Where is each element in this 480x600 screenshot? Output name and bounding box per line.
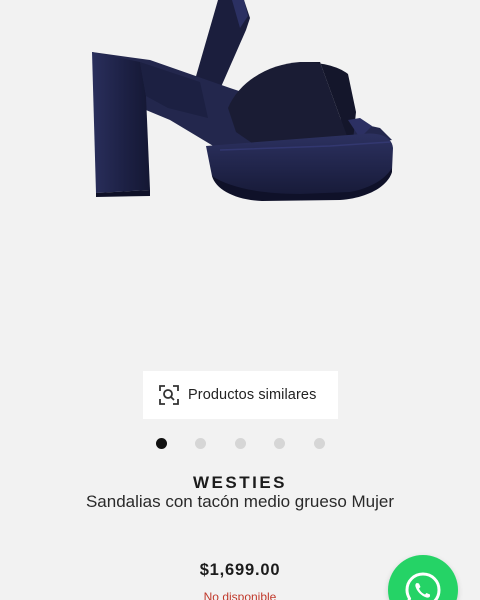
- carousel-indicator: [0, 438, 480, 450]
- carousel-dot-2[interactable]: [195, 438, 206, 449]
- whatsapp-icon: [405, 572, 441, 600]
- carousel-dot-1[interactable]: [156, 438, 167, 449]
- product-name: Sandalias con tacón medio grueso Mujer: [85, 492, 395, 511]
- carousel-dot-5[interactable]: [314, 438, 325, 449]
- similar-products-label: Productos similares: [188, 387, 317, 403]
- product-image[interactable]: [0, 0, 480, 370]
- product-brand[interactable]: WESTIES: [0, 473, 480, 493]
- carousel-dot-4[interactable]: [274, 438, 285, 449]
- visual-search-icon: [158, 384, 180, 406]
- carousel-dot-3[interactable]: [235, 438, 246, 449]
- similar-products-button[interactable]: Productos similares: [143, 371, 338, 419]
- product-page: Productos similares WESTIES Sandalias co…: [0, 0, 480, 600]
